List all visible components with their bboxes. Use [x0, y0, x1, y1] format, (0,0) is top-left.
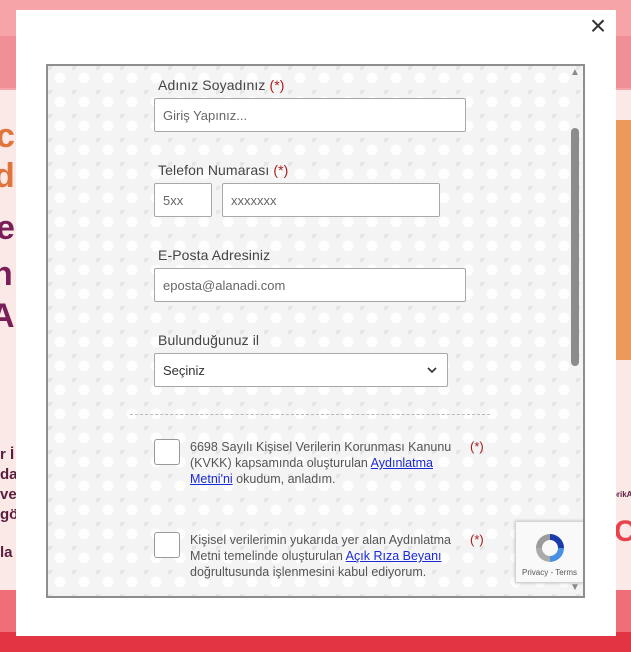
background-letter: n [0, 255, 13, 293]
required-marker: (*) [470, 532, 484, 547]
name-label-text: Adınız Soyadınız [158, 77, 266, 93]
acik-riza-consent-text: Kişisel verilerimin yukarıda yer alan Ay… [190, 532, 465, 580]
city-select-value: Seçiniz [163, 362, 205, 378]
lead-form-modal: × Adınız Soyadınız (*) Giriş Yapınız... T… [16, 10, 616, 636]
required-marker: (*) [269, 77, 285, 93]
consent-text: doğrultusunda işlenmesini kabul ediyorum… [190, 565, 427, 579]
background-text: Co [614, 515, 631, 548]
scrollbar[interactable]: ▲ ▼ [569, 66, 581, 596]
background-text: da [0, 466, 18, 483]
scrollbar-thumb[interactable] [571, 128, 579, 366]
required-marker: (*) [273, 162, 289, 178]
required-marker: (*) [470, 439, 484, 454]
phone-number-input[interactable]: xxxxxxx [222, 183, 440, 217]
phone-label-text: Telefon Numarası [158, 162, 270, 178]
form-scroll-frame[interactable]: Adınız Soyadınız (*) Giriş Yapınız... Tel… [46, 64, 585, 598]
chevron-down-icon [427, 367, 437, 374]
acik-riza-beyani-link[interactable]: Açık Rıza Beyanı [346, 549, 442, 563]
city-select[interactable]: Seçiniz [154, 353, 448, 387]
email-input[interactable]: eposta@alanadi.com [154, 268, 466, 302]
background-letter: A [0, 297, 15, 335]
city-label: Bulunduğunuz il [158, 332, 260, 348]
consent-text: okudum, anladım. [232, 472, 336, 486]
background-letter: c [0, 117, 15, 155]
phone-label: Telefon Numarası (*) [158, 162, 288, 178]
background-letter: e [0, 209, 15, 247]
phone-prefix-input[interactable]: 5xx [154, 183, 212, 217]
kvkk-consent-checkbox[interactable] [154, 439, 180, 465]
section-divider [130, 414, 490, 415]
kvkk-consent-text: 6698 Sayılı Kişisel Verilerin Korunması … [190, 439, 465, 487]
email-label: E-Posta Adresiniz [158, 247, 271, 263]
background-text: r İ [0, 446, 15, 463]
name-label: Adınız Soyadınız (*) [158, 77, 285, 93]
recaptcha-icon [536, 534, 564, 562]
background-text: ve [0, 486, 17, 503]
recaptcha-privacy-link[interactable]: Privacy [522, 568, 548, 577]
name-input[interactable]: Giriş Yapınız... [154, 98, 466, 132]
close-button[interactable]: × [586, 12, 610, 40]
scroll-down-arrow-icon[interactable]: ▼ [570, 583, 580, 593]
scroll-up-arrow-icon[interactable]: ▲ [570, 68, 580, 78]
background-text: la [0, 544, 13, 561]
background-letter: d [0, 157, 15, 195]
acik-riza-consent-checkbox[interactable] [154, 532, 180, 558]
